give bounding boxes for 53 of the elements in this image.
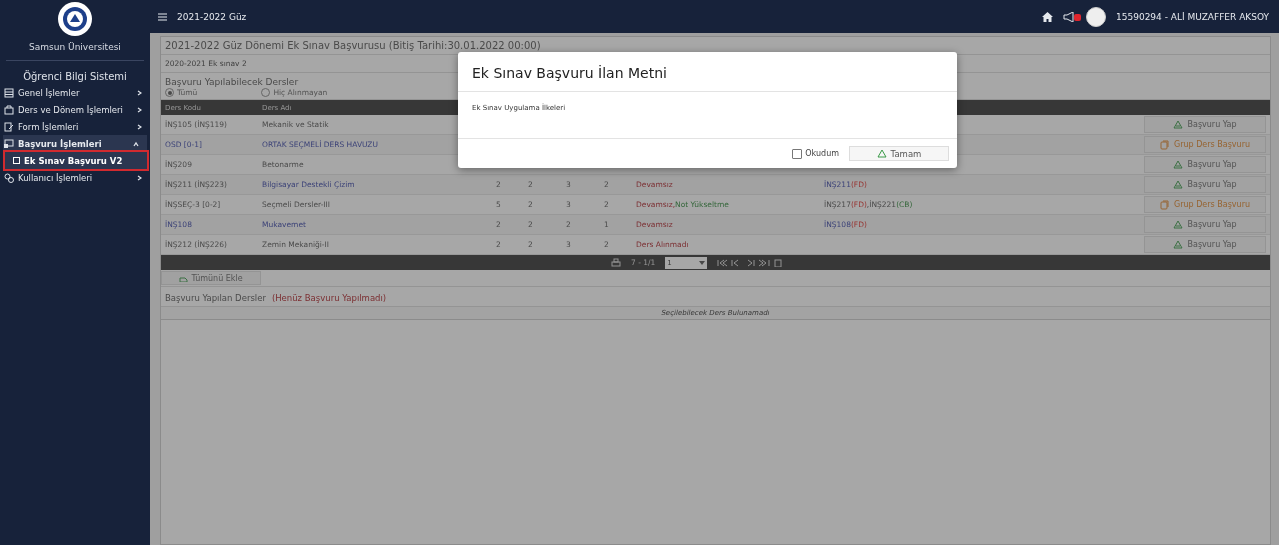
copy-icon[interactable] [773,258,785,267]
ok-button[interactable]: Tamam [849,146,949,161]
copy-icon [1160,139,1170,150]
triangle-icon [1173,219,1184,230]
chevron-right-icon [136,123,142,130]
sidebar-item[interactable]: Ders ve Dönem İşlemleri [0,101,150,118]
apply-button[interactable]: Başvuru Yap [1144,156,1266,173]
sidebar-item[interactable]: Form İşlemleri [0,118,150,135]
apply-button[interactable]: Başvuru Yap [1144,216,1266,233]
calculator-icon [4,87,14,98]
form-icon [4,121,14,132]
chevron-up-icon [133,140,139,147]
triangle-icon [1173,179,1184,190]
first-page-icon[interactable] [717,258,729,267]
system-title: Öğrenci Bilgi Sistemi [22,71,128,82]
group-apply-button[interactable]: Grup Ders Başvuru [1144,136,1266,153]
chevron-right-icon [136,174,142,181]
gears-icon [4,172,14,183]
monitor-icon [4,138,14,149]
megaphone-icon[interactable] [1063,11,1076,22]
emblem-icon [62,6,88,32]
add-all-button[interactable]: Tümünü Ekle [161,271,261,285]
chevron-right-icon [136,106,142,113]
copy-icon [1160,199,1170,210]
home-icon[interactable] [1042,11,1053,22]
sidebar-subitem[interactable]: Ek Sınav Başvuru V2 [5,152,147,169]
triangle-icon [1173,119,1184,130]
apply-button[interactable]: Başvuru Yap [1144,116,1266,133]
last-page-icon[interactable] [759,258,771,267]
term-label: 2021-2022 Güz [177,11,248,22]
chevron-right-icon [136,89,142,96]
triangle-icon [876,149,887,158]
apply-button[interactable]: Başvuru Yap [1144,236,1266,253]
triangle-icon [1173,159,1184,170]
okudum-checkbox[interactable]: Okudum [792,148,839,159]
triangle-icon [1173,239,1184,250]
status-note: (Henüz Başvuru Yapılmadı) [271,293,387,303]
next-page-icon[interactable] [745,258,757,267]
avatar[interactable] [1086,6,1106,27]
caret-icon [699,260,706,265]
print-icon[interactable] [611,257,621,268]
notification-badge [1074,13,1081,21]
sidebar-item[interactable]: Kullanıcı İşlemleri [0,169,150,186]
modal-title: Ek Sınav Başvuru İlan Metni [458,52,957,92]
user-name: 15590294 - ALİ MUZAFFER AKSOY [1116,11,1269,22]
menu-icon[interactable] [158,12,167,21]
section-title: Başvuru Yapılabilecek Dersler [165,77,300,87]
sidebar-item[interactable]: Genel İşlemler [0,84,150,101]
group-apply-button[interactable]: Grup Ders Başvuru [1144,196,1266,213]
university-name: Samsun Üniversitesi [28,42,122,52]
apply-button[interactable]: Başvuru Yap [1144,176,1266,193]
square-icon [13,157,20,164]
section-title: Başvuru Yapılan Dersler [165,293,266,303]
